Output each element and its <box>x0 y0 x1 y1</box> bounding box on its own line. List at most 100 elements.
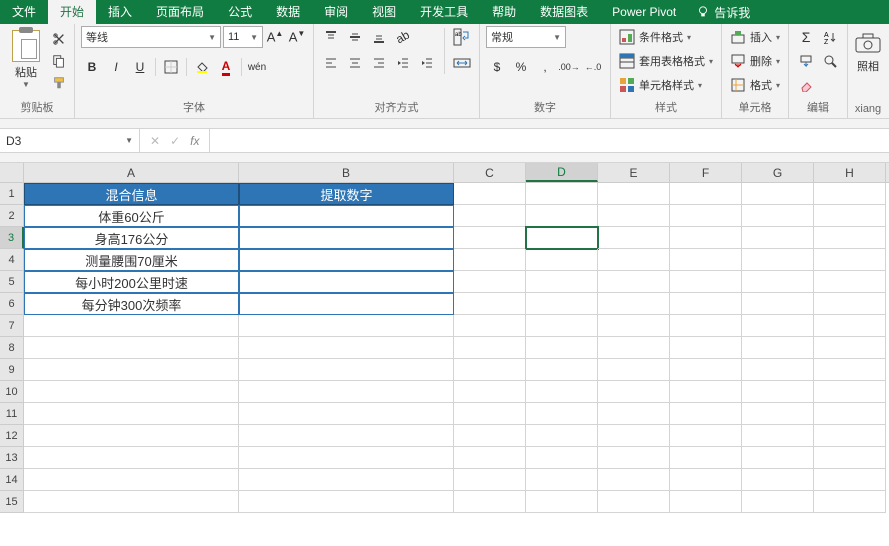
cell[interactable] <box>239 249 454 271</box>
sort-filter-button[interactable]: AZ <box>819 26 841 48</box>
cell[interactable] <box>239 337 454 359</box>
cut-button[interactable] <box>50 30 68 48</box>
cell[interactable] <box>526 491 598 513</box>
cell[interactable] <box>670 447 742 469</box>
cell[interactable] <box>670 337 742 359</box>
accounting-button[interactable]: $ <box>486 56 508 78</box>
cell[interactable] <box>24 491 239 513</box>
tab-datachart[interactable]: 数据图表 <box>528 0 600 24</box>
cell[interactable]: 每小时200公里时速 <box>24 271 239 293</box>
cell[interactable] <box>742 293 814 315</box>
font-size-select[interactable]: 11▼ <box>223 26 263 48</box>
cell[interactable] <box>814 205 886 227</box>
cell[interactable] <box>670 183 742 205</box>
cell[interactable] <box>526 227 598 249</box>
cell[interactable] <box>814 337 886 359</box>
cell[interactable] <box>598 337 670 359</box>
conditional-formatting-button[interactable]: 条件格式▾ <box>617 26 715 48</box>
cell[interactable] <box>598 447 670 469</box>
cell[interactable] <box>742 403 814 425</box>
cell[interactable] <box>526 447 598 469</box>
merge-button[interactable] <box>451 52 473 74</box>
cell[interactable] <box>670 359 742 381</box>
col-header-D[interactable]: D <box>526 163 598 182</box>
cell[interactable] <box>454 491 526 513</box>
tab-formulas[interactable]: 公式 <box>216 0 264 24</box>
cell[interactable] <box>670 403 742 425</box>
cell[interactable] <box>814 315 886 337</box>
cell[interactable] <box>454 249 526 271</box>
cell[interactable] <box>526 249 598 271</box>
cell[interactable] <box>454 447 526 469</box>
cell[interactable] <box>239 227 454 249</box>
cell[interactable] <box>24 359 239 381</box>
decrease-font-button[interactable]: A▼ <box>287 26 307 48</box>
enter-formula-button[interactable]: ✓ <box>170 134 180 148</box>
cell[interactable] <box>239 425 454 447</box>
tab-developer[interactable]: 开发工具 <box>408 0 480 24</box>
font-name-select[interactable]: 等线▼ <box>81 26 221 48</box>
cell[interactable] <box>598 469 670 491</box>
row-header-12[interactable]: 12 <box>0 425 24 447</box>
align-center-button[interactable] <box>344 52 366 74</box>
row-header-15[interactable]: 15 <box>0 491 24 513</box>
cell[interactable] <box>24 447 239 469</box>
insert-cells-button[interactable]: 插入▾ <box>728 26 782 48</box>
cell[interactable] <box>742 491 814 513</box>
format-painter-button[interactable] <box>50 74 68 92</box>
cell[interactable] <box>670 249 742 271</box>
cell[interactable] <box>814 425 886 447</box>
fill-color-button[interactable] <box>191 56 213 78</box>
cell[interactable] <box>670 381 742 403</box>
copy-button[interactable] <box>50 52 68 70</box>
decrease-indent-button[interactable] <box>392 52 414 74</box>
cell[interactable] <box>670 425 742 447</box>
cell[interactable] <box>454 425 526 447</box>
cell-styles-button[interactable]: 单元格样式▾ <box>617 74 715 96</box>
format-cells-button[interactable]: 格式▾ <box>728 74 782 96</box>
tab-review[interactable]: 审阅 <box>312 0 360 24</box>
cell[interactable] <box>814 403 886 425</box>
comma-button[interactable]: , <box>534 56 556 78</box>
row-header-4[interactable]: 4 <box>0 249 24 271</box>
col-header-H[interactable]: H <box>814 163 886 182</box>
cell[interactable] <box>454 227 526 249</box>
cell[interactable] <box>670 491 742 513</box>
cell[interactable] <box>24 337 239 359</box>
cell[interactable] <box>24 315 239 337</box>
cell[interactable] <box>814 469 886 491</box>
row-header-2[interactable]: 2 <box>0 205 24 227</box>
cell[interactable] <box>742 469 814 491</box>
delete-cells-button[interactable]: 删除▾ <box>728 50 782 72</box>
decrease-decimal-button[interactable]: ←.0 <box>582 56 604 78</box>
font-color-button[interactable]: A <box>215 56 237 78</box>
fx-button[interactable]: fx <box>190 134 199 148</box>
tab-data[interactable]: 数据 <box>264 0 312 24</box>
cell[interactable] <box>454 183 526 205</box>
wrap-text-button[interactable]: ab <box>451 26 473 48</box>
cell[interactable] <box>814 293 886 315</box>
cell[interactable] <box>742 425 814 447</box>
format-table-button[interactable]: 套用表格格式▾ <box>617 50 715 72</box>
align-top-button[interactable] <box>320 26 342 48</box>
align-bottom-button[interactable] <box>368 26 390 48</box>
cell[interactable] <box>814 491 886 513</box>
worksheet-grid[interactable]: A B C D E F G H 1混合信息提取数字2体重60公斤3身高176公分… <box>0 163 889 513</box>
row-header-5[interactable]: 5 <box>0 271 24 293</box>
cell[interactable] <box>742 447 814 469</box>
cell[interactable] <box>598 381 670 403</box>
row-header-13[interactable]: 13 <box>0 447 24 469</box>
bold-button[interactable]: B <box>81 56 103 78</box>
cell[interactable] <box>239 381 454 403</box>
fill-button[interactable] <box>795 50 817 72</box>
cell[interactable] <box>742 205 814 227</box>
cell[interactable] <box>24 425 239 447</box>
tab-home[interactable]: 开始 <box>48 0 96 24</box>
row-header-8[interactable]: 8 <box>0 337 24 359</box>
cell[interactable] <box>454 381 526 403</box>
cell[interactable] <box>239 293 454 315</box>
align-left-button[interactable] <box>320 52 342 74</box>
col-header-A[interactable]: A <box>24 163 239 182</box>
increase-font-button[interactable]: A▲ <box>265 26 285 48</box>
name-box[interactable]: D3 ▼ <box>0 129 140 152</box>
